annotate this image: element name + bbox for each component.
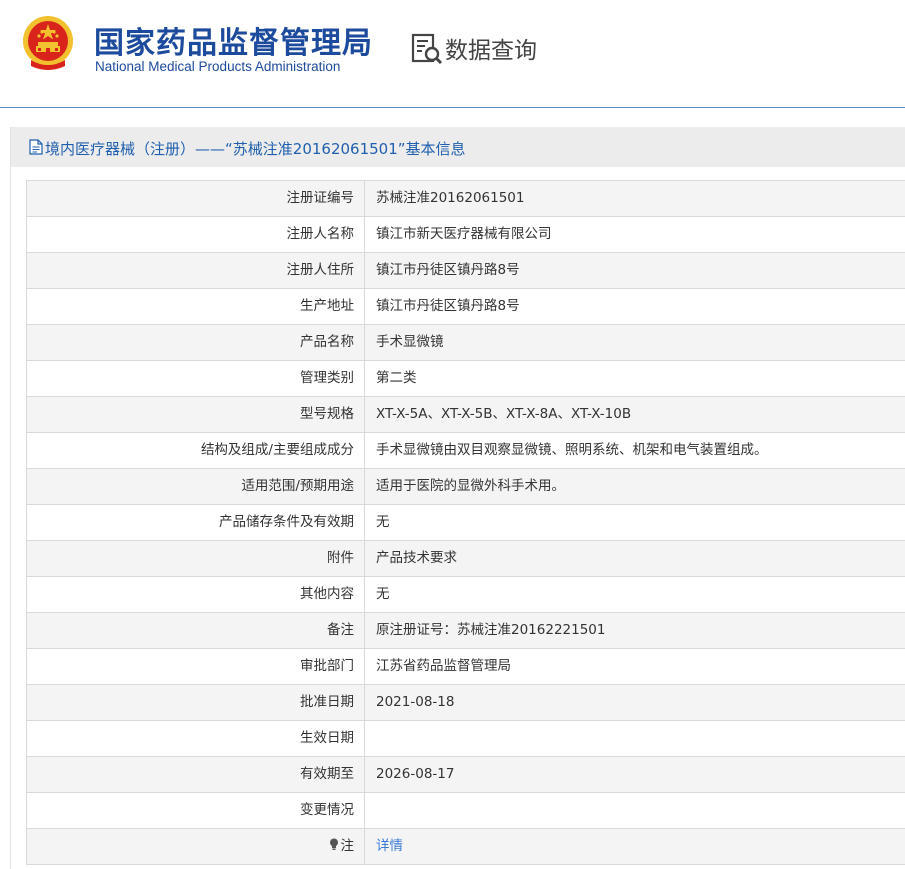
table-row: 有效期至 2026-08-17	[27, 757, 905, 793]
agency-name-en: National Medical Products Administration	[95, 59, 341, 74]
row-label: 注册人名称	[27, 217, 365, 252]
row-label: 结构及组成/主要组成成分	[27, 433, 365, 468]
table-row: 管理类别 第二类	[27, 361, 905, 397]
table-row: 注册人住所 镇江市丹徒区镇丹路8号	[27, 253, 905, 289]
row-value: 江苏省药品监督管理局	[376, 658, 511, 674]
row-label: 备注	[27, 613, 365, 648]
table-row-note: 注 详情	[27, 829, 905, 865]
row-label: 生产地址	[27, 289, 365, 324]
row-value: 手术显微镜	[376, 334, 444, 350]
row-value: 镇江市丹徒区镇丹路8号	[376, 298, 520, 314]
row-value: 产品技术要求	[376, 550, 457, 566]
row-value: 镇江市新天医疗器械有限公司	[376, 226, 552, 242]
table-row: 批准日期 2021-08-18	[27, 685, 905, 721]
row-value: 手术显微镜由双目观察显微镜、照明系统、机架和电气装置组成。	[376, 442, 768, 458]
table-row: 产品名称 手术显微镜	[27, 325, 905, 361]
row-label: 有效期至	[27, 757, 365, 792]
table-row: 附件 产品技术要求	[27, 541, 905, 577]
row-label: 附件	[27, 541, 365, 576]
row-label: 注册人住所	[27, 253, 365, 288]
row-value: 无	[376, 514, 390, 530]
row-value: 2021-08-18	[376, 694, 455, 710]
info-table: 注册证编号 苏械注准20162061501 注册人名称 镇江市新天医疗器械有限公司 …	[26, 180, 905, 865]
row-value	[365, 721, 905, 756]
row-label: 型号规格	[27, 397, 365, 432]
table-row: 生产地址 镇江市丹徒区镇丹路8号	[27, 289, 905, 325]
row-value: 苏械注准20162061501	[376, 190, 525, 206]
header-divider	[0, 107, 905, 108]
table-row: 生效日期	[27, 721, 905, 757]
table-row: 其他内容无	[27, 577, 905, 613]
row-label: 变更情况	[27, 793, 365, 828]
row-value: XT-X-5A、XT-X-5B、XT-X-8A、XT-X-10B	[376, 406, 632, 422]
lightbulb-icon	[329, 838, 338, 850]
table-row: 注册人名称 镇江市新天医疗器械有限公司	[27, 217, 905, 253]
row-label: 管理类别	[27, 361, 365, 396]
detail-panel: 境内医疗器械（注册）——“苏械注准20162061501”基本信息 注册证编号苏…	[10, 127, 905, 869]
agency-name-cn: 国家药品监督管理局	[94, 26, 373, 61]
detail-title-bar: 境内医疗器械（注册）——“苏械注准20162061501”基本信息	[11, 127, 905, 167]
row-label: 批准日期	[27, 685, 365, 720]
table-row: 审批部门 江苏省药品监督管理局	[27, 649, 905, 685]
row-label: 其他内容	[27, 577, 365, 612]
row-value: 原注册证号：苏械注准20162221501	[376, 622, 606, 638]
details-link[interactable]: 详情	[376, 838, 403, 854]
site-header: 国家药品监督管理局 National Medical Products Admi…	[0, 0, 905, 106]
row-value: 第二类	[376, 370, 417, 386]
row-value: 2026-08-17	[376, 766, 455, 782]
note-label-text: 注	[340, 838, 355, 854]
national-emblem-icon	[23, 16, 73, 70]
page-title: 境内医疗器械（注册）——“苏械注准20162061501”基本信息	[45, 140, 466, 158]
row-label: 注册证编号	[27, 181, 365, 216]
row-label: 生效日期	[27, 721, 365, 756]
row-value: 镇江市丹徒区镇丹路8号	[376, 262, 520, 278]
table-row: 适用范围/预期用途 适用于医院的显微外科手术用。	[27, 469, 905, 505]
table-row: 变更情况	[27, 793, 905, 829]
table-row: 注册证编号 苏械注准20162061501	[27, 181, 905, 217]
table-row: 结构及组成/主要组成成分 手术显微镜由双目观察显微镜、照明系统、机架和电气装置组成…	[27, 433, 905, 469]
row-value	[365, 793, 905, 828]
table-row: 备注 原注册证号：苏械注准20162221501	[27, 613, 905, 649]
row-label: 审批部门	[27, 649, 365, 684]
row-label: 产品储存条件及有效期	[27, 505, 365, 540]
row-value: 适用于医院的显微外科手术用。	[376, 478, 565, 494]
table-row: 型号规格 XT-X-5A、XT-X-5B、XT-X-8A、XT-X-10B	[27, 397, 905, 433]
note-label: 注	[27, 829, 365, 864]
table-row: 产品储存条件及有效期无	[27, 505, 905, 541]
note-value: 详情	[365, 829, 905, 864]
row-value: 无	[376, 586, 390, 602]
section-title: 数据查询	[445, 38, 537, 64]
data-query-icon	[411, 33, 443, 65]
document-icon	[29, 139, 43, 155]
row-label: 产品名称	[27, 325, 365, 360]
row-label: 适用范围/预期用途	[27, 469, 365, 504]
